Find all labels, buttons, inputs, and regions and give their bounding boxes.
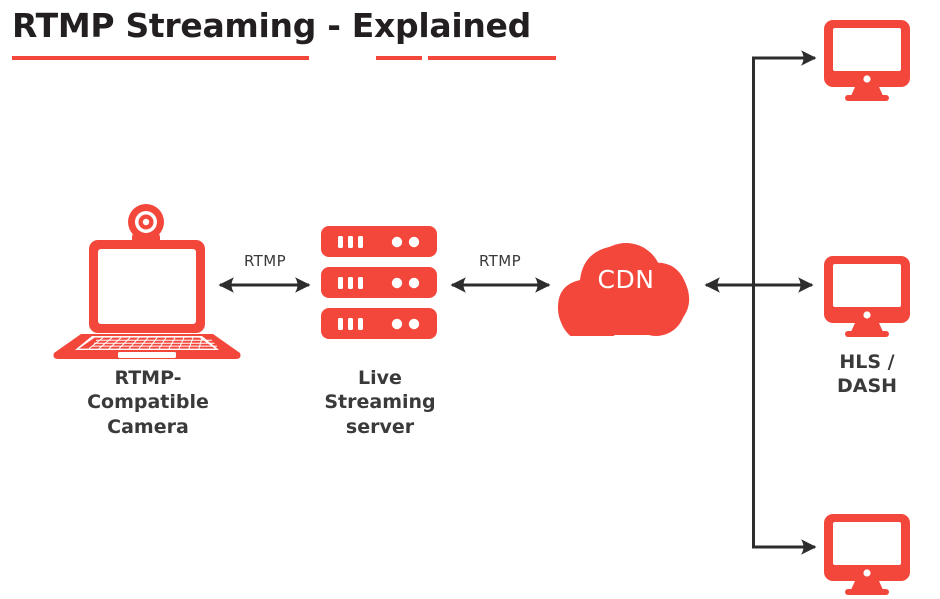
edge-label-camera-to-server: RTMP: [243, 252, 287, 270]
viewer-middle-label: HLS / DASH: [836, 351, 898, 398]
laptop-webcam-icon: [48, 203, 248, 359]
page-title-text: RTMP Streaming - Explained: [12, 6, 531, 45]
edge-label-server-to-cdn: RTMP: [478, 252, 522, 270]
server-label: Live Streaming server: [324, 367, 436, 438]
page-title: RTMP Streaming - Explained: [12, 6, 612, 66]
monitor-icon-top: [824, 20, 910, 101]
monitor-icon-bottom: [824, 514, 910, 595]
monitor-icon-middle: [824, 256, 910, 337]
server-rack-icon: [321, 226, 437, 339]
title-underline-segment-1: [12, 56, 309, 60]
camera-label: RTMP- Compatible Camera: [87, 367, 209, 438]
title-underline-segment-2: [376, 56, 422, 60]
cloud-icon: [556, 239, 696, 336]
diagram-canvas: RTMP Streaming - Explained RTMP- Compati…: [0, 0, 940, 599]
title-underline-segment-3: [428, 56, 556, 60]
